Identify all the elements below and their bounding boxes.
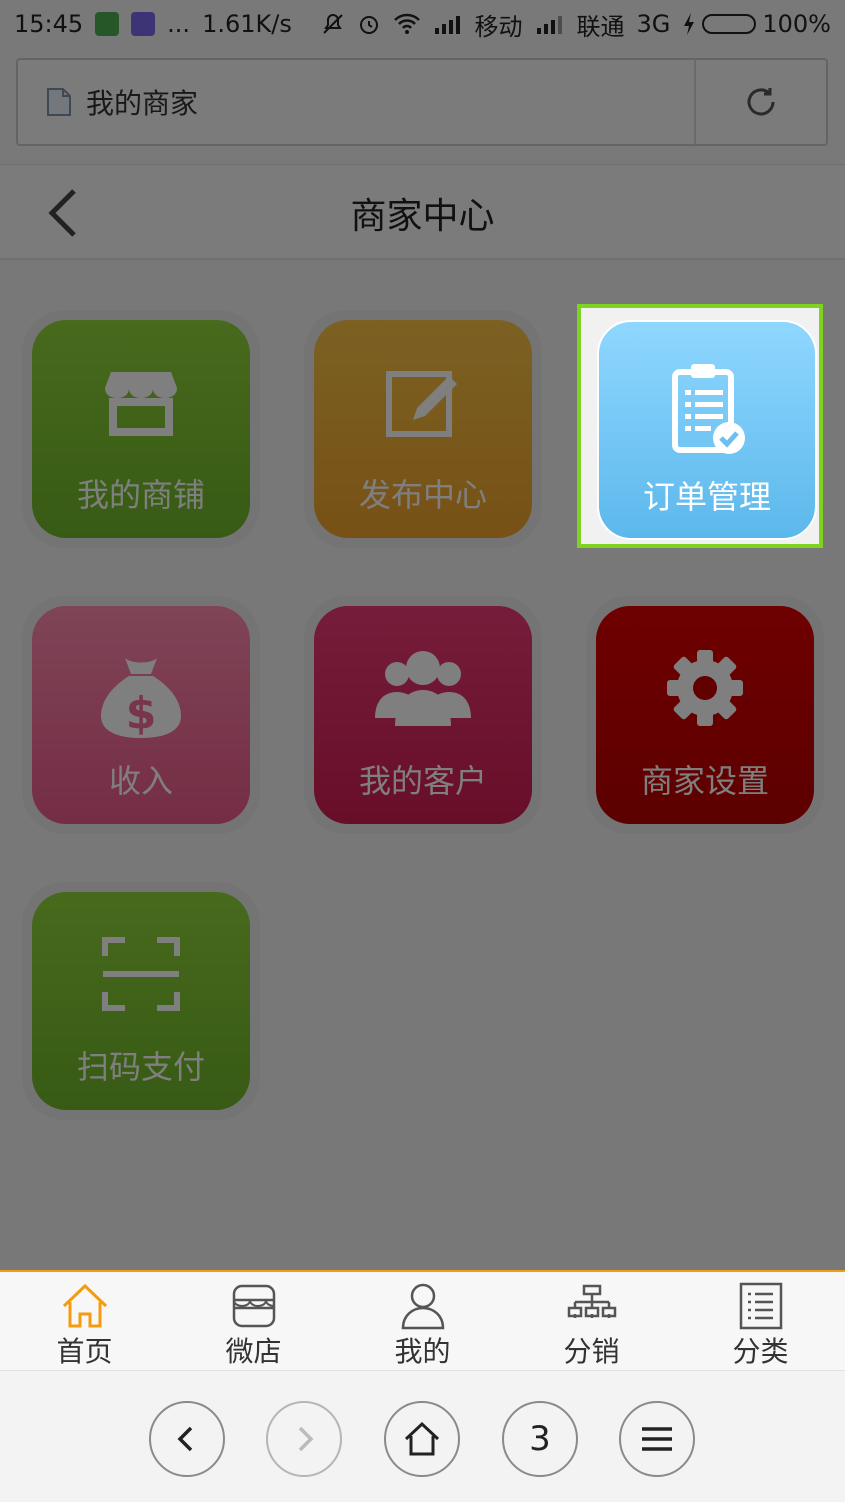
nav-label: 首页: [56, 1335, 113, 1368]
nav-mine[interactable]: 我的: [338, 1272, 507, 1370]
nav-home[interactable]: 首页: [0, 1272, 169, 1370]
tab-count-button[interactable]: 3: [502, 1401, 578, 1477]
browser-menu-button[interactable]: [619, 1401, 695, 1477]
nav-label: 分类: [732, 1335, 789, 1368]
nav-label: 微店: [225, 1335, 282, 1368]
browser-forward-button[interactable]: [266, 1401, 342, 1477]
tile-order-management[interactable]: 订单管理: [597, 320, 817, 540]
menu-icon: [642, 1427, 672, 1451]
network-icon: [567, 1284, 616, 1318]
dim-overlay: [0, 0, 845, 1370]
nav-distribution[interactable]: 分销: [507, 1272, 676, 1370]
shop-icon: [232, 1284, 275, 1328]
highlight-frame: 订单管理: [577, 304, 823, 548]
tile-label: 订单管理: [642, 478, 771, 516]
browser-toolbar: 3: [0, 1370, 845, 1502]
chevron-left-icon: [177, 1426, 193, 1452]
list-icon: [739, 1282, 782, 1330]
browser-back-button[interactable]: [149, 1401, 225, 1477]
bottom-nav: 首页 微店 我的 分销 分类: [0, 1270, 845, 1370]
nav-micro-store[interactable]: 微店: [169, 1272, 338, 1370]
tab-count: 3: [529, 1419, 551, 1459]
browser-home-button[interactable]: [384, 1401, 460, 1477]
user-icon: [401, 1283, 444, 1330]
home-icon: [62, 1283, 107, 1328]
nav-label: 我的: [394, 1335, 451, 1368]
clipboard-check-icon: [599, 362, 815, 458]
home-outline-icon: [404, 1421, 440, 1456]
nav-category[interactable]: 分类: [676, 1272, 845, 1370]
nav-label: 分销: [563, 1335, 620, 1368]
chevron-right-icon: [298, 1426, 314, 1452]
